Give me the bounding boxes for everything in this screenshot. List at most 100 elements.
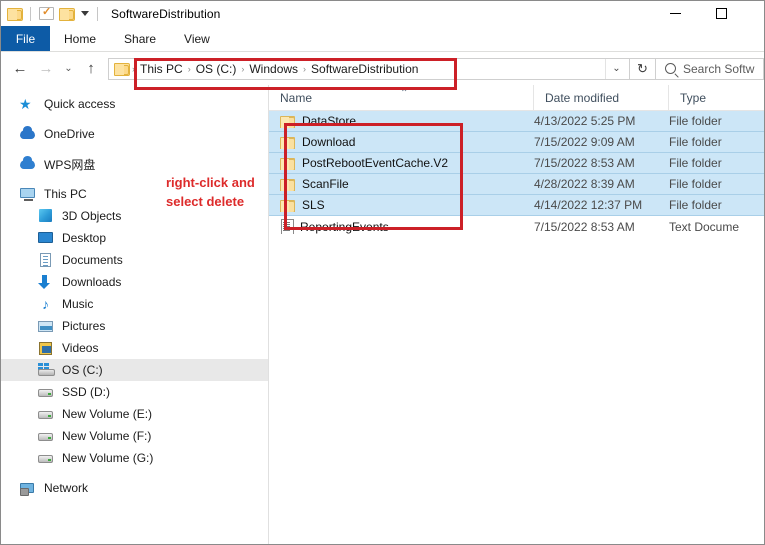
toolbar-divider-2 bbox=[97, 6, 98, 21]
file-name-cell: DataStore bbox=[269, 114, 534, 128]
sidebar-item-label: 3D Objects bbox=[62, 209, 122, 223]
file-name-label: ReportingEvents bbox=[300, 219, 389, 234]
sidebar-item-new-volume-f[interactable]: New Volume (F:) bbox=[1, 425, 268, 447]
chevron-down-icon[interactable]: ⌄ bbox=[605, 58, 627, 79]
column-header-label: Date modified bbox=[545, 90, 620, 105]
sidebar-item-label: New Volume (E:) bbox=[62, 407, 153, 421]
file-type-cell: Text Docume bbox=[669, 219, 740, 234]
file-list-pane: Name ⌃ Date modified Type DataStore 4/13… bbox=[269, 85, 764, 544]
sidebar-item-label: WPS网盘 bbox=[44, 157, 96, 172]
address-bar-right: ⌄ bbox=[605, 58, 627, 79]
search-input[interactable]: Search Softw bbox=[656, 57, 764, 80]
breadcrumb-item-windows[interactable]: Windows bbox=[245, 62, 302, 76]
table-row[interactable]: ScanFile 4/28/2022 8:39 AM File folder bbox=[269, 174, 764, 195]
sidebar-item-label: Quick access bbox=[44, 97, 116, 111]
sidebar-item-label: OneDrive bbox=[44, 127, 95, 141]
sidebar-item-onedrive[interactable]: OneDrive bbox=[1, 123, 268, 145]
address-bar[interactable]: › This PC › OS (C:) › Windows › Software… bbox=[108, 57, 630, 80]
sidebar-item-music[interactable]: ♪ Music bbox=[1, 293, 268, 315]
address-folder-icon bbox=[114, 62, 130, 76]
tab-share[interactable]: Share bbox=[110, 26, 170, 51]
sidebar-item-downloads[interactable]: Downloads bbox=[1, 271, 268, 293]
breadcrumb: This PC › OS (C:) › Windows › SoftwareDi… bbox=[136, 62, 422, 76]
file-type-cell: File folder bbox=[669, 135, 722, 149]
recent-locations-button[interactable]: ⌄ bbox=[59, 56, 78, 82]
sidebar-item-label: OS (C:) bbox=[62, 363, 103, 377]
forward-button[interactable]: → bbox=[33, 56, 59, 82]
drive-icon bbox=[37, 428, 54, 444]
sidebar-item-quick-access[interactable]: ★ Quick access bbox=[1, 93, 268, 115]
sidebar-item-os-c[interactable]: OS (C:) bbox=[1, 359, 268, 381]
up-button[interactable]: ↑ bbox=[78, 56, 104, 82]
sidebar-item-ssd-d[interactable]: SSD (D:) bbox=[1, 381, 268, 403]
tab-home[interactable]: Home bbox=[50, 26, 110, 51]
sidebar-item-network[interactable]: Network bbox=[1, 477, 268, 499]
sidebar-item-videos[interactable]: Videos bbox=[1, 337, 268, 359]
search-placeholder: Search Softw bbox=[683, 61, 755, 76]
refresh-button[interactable]: ↻ bbox=[630, 57, 656, 80]
pictures-icon bbox=[37, 318, 54, 334]
column-header-type[interactable]: Type bbox=[669, 85, 764, 110]
table-row[interactable]: DataStore 4/13/2022 5:25 PM File folder bbox=[269, 111, 764, 132]
column-header-date-modified[interactable]: Date modified bbox=[534, 85, 669, 110]
customize-icon[interactable] bbox=[81, 11, 89, 16]
sidebar-item-documents[interactable]: Documents bbox=[1, 249, 268, 271]
new-folder-icon[interactable] bbox=[59, 7, 75, 21]
sidebar-item-label: This PC bbox=[44, 187, 87, 201]
file-type-cell: File folder bbox=[669, 198, 722, 212]
sidebar-item-wps-cloud[interactable]: WPS网盘 bbox=[1, 153, 268, 175]
explorer-body: ★ Quick access OneDrive WPS网盘 This PC 3D… bbox=[1, 85, 764, 544]
breadcrumb-item-softwaredistribution[interactable]: SoftwareDistribution bbox=[307, 62, 422, 76]
folder-icon bbox=[280, 178, 295, 191]
file-date-cell: 7/15/2022 8:53 AM bbox=[534, 156, 635, 170]
sidebar-item-pictures[interactable]: Pictures bbox=[1, 315, 268, 337]
column-header-name[interactable]: Name ⌃ bbox=[269, 85, 534, 110]
toolbar-divider bbox=[30, 6, 31, 21]
file-explorer-window: SoftwareDistribution File Home Share Vie… bbox=[0, 0, 765, 545]
table-row[interactable]: ReportingEvents 7/15/2022 8:53 AM Text D… bbox=[269, 216, 764, 237]
window-controls bbox=[652, 1, 764, 26]
file-name-cell: SLS bbox=[269, 198, 534, 212]
file-name-label: ScanFile bbox=[302, 177, 349, 191]
drive-icon bbox=[37, 406, 54, 422]
navigation-pane: ★ Quick access OneDrive WPS网盘 This PC 3D… bbox=[1, 85, 269, 544]
folder-icon bbox=[280, 199, 295, 212]
sidebar-item-new-volume-g[interactable]: New Volume (G:) bbox=[1, 447, 268, 469]
file-name-label: DataStore bbox=[302, 114, 357, 128]
table-row[interactable]: Download 7/15/2022 9:09 AM File folder bbox=[269, 132, 764, 153]
sidebar-item-new-volume-e[interactable]: New Volume (E:) bbox=[1, 403, 268, 425]
column-headers: Name ⌃ Date modified Type bbox=[269, 85, 764, 111]
videos-icon bbox=[37, 340, 54, 356]
close-button[interactable] bbox=[744, 1, 764, 26]
file-type-cell: File folder bbox=[669, 156, 722, 170]
tab-view[interactable]: View bbox=[170, 26, 224, 51]
breadcrumb-item-os-c[interactable]: OS (C:) bbox=[192, 62, 241, 76]
sidebar-item-label: Pictures bbox=[62, 319, 106, 333]
file-name-label: Download bbox=[302, 135, 356, 149]
cloud-icon bbox=[19, 126, 36, 142]
file-type-cell: File folder bbox=[669, 114, 722, 128]
table-row[interactable]: PostRebootEventCache.V2 7/15/2022 8:53 A… bbox=[269, 153, 764, 174]
breadcrumb-item-this-pc[interactable]: This PC bbox=[136, 62, 187, 76]
maximize-button[interactable] bbox=[698, 1, 744, 26]
sidebar-item-label: Videos bbox=[62, 341, 99, 355]
back-button[interactable]: ← bbox=[7, 56, 33, 82]
tab-file[interactable]: File bbox=[1, 26, 50, 51]
sidebar-item-desktop[interactable]: Desktop bbox=[1, 227, 268, 249]
folder-icon[interactable] bbox=[7, 7, 23, 21]
sidebar-item-label: Network bbox=[44, 481, 89, 495]
sidebar-item-label: Downloads bbox=[62, 275, 122, 289]
table-row[interactable]: SLS 4/14/2022 12:37 PM File folder bbox=[269, 195, 764, 216]
properties-icon[interactable] bbox=[39, 5, 54, 20]
annotation-instruction: right-click and select delete bbox=[166, 173, 255, 211]
quick-access-toolbar bbox=[7, 5, 101, 21]
wps-cloud-icon bbox=[19, 156, 36, 172]
search-icon bbox=[665, 63, 676, 74]
minimize-button[interactable] bbox=[652, 1, 698, 26]
sidebar-item-label: New Volume (G:) bbox=[62, 451, 154, 465]
downloads-icon bbox=[37, 274, 54, 290]
file-name-cell: ScanFile bbox=[269, 177, 534, 191]
annotation-line-1: right-click and bbox=[166, 175, 255, 190]
file-name-label: SLS bbox=[302, 198, 325, 212]
